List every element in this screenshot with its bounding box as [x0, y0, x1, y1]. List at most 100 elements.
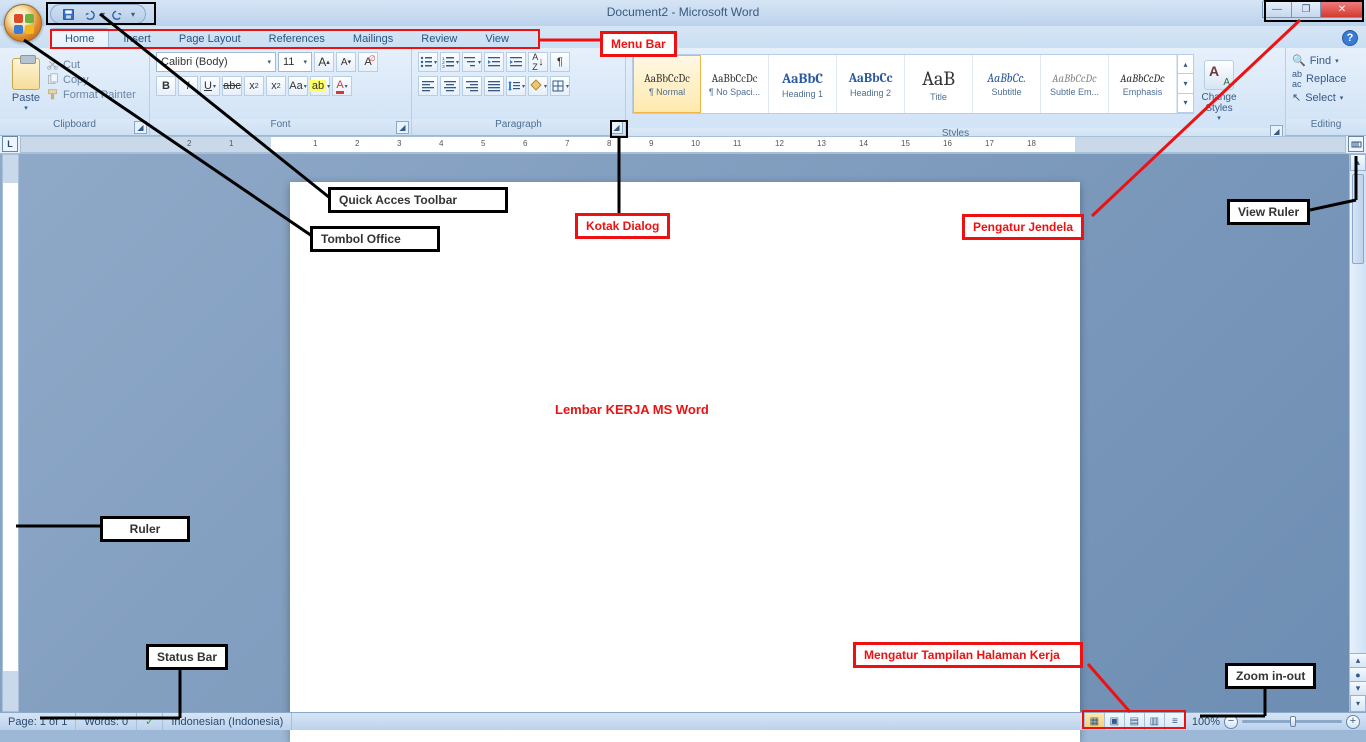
align-right-button[interactable]	[462, 76, 482, 96]
shading-button[interactable]: ▾	[528, 76, 548, 96]
zoom-out-button[interactable]: −	[1224, 715, 1238, 729]
status-language[interactable]: Indonesian (Indonesia)	[163, 713, 292, 730]
multilevel-list-button[interactable]: ▾	[462, 52, 482, 72]
select-button[interactable]: ↖Select▾	[1292, 91, 1346, 104]
next-page-button[interactable]: ▾	[1350, 681, 1366, 695]
font-size-combo[interactable]: 11▾	[278, 52, 312, 72]
style-heading-1[interactable]: AaBbCHeading 1	[769, 55, 837, 113]
status-proof[interactable]: ✓	[137, 713, 163, 730]
draft-view[interactable]: ≡	[1165, 713, 1185, 730]
borders-button[interactable]: ▾	[550, 76, 570, 96]
status-page[interactable]: Page: 1 of 1	[0, 713, 76, 730]
shrink-font-icon[interactable]: A▾	[336, 52, 356, 72]
save-icon[interactable]	[61, 7, 75, 21]
style-subtle-em---[interactable]: AaBbCcDcSubtle Em...	[1041, 55, 1109, 113]
vertical-ruler[interactable]	[2, 154, 19, 712]
maximize-button[interactable]: ❐	[1291, 0, 1321, 18]
minimize-button[interactable]: —	[1262, 0, 1292, 18]
clipboard-dialog-launcher[interactable]: ◢	[134, 121, 147, 134]
highlight-button[interactable]: ab▾	[310, 76, 330, 96]
horizontal-ruler[interactable]: 12345678910111213141516171812	[20, 136, 1346, 153]
tab-selector[interactable]: L	[2, 136, 18, 152]
group-paragraph: ▾ 123▾ ▾ AZ↓ ¶ ▾ ▾ ▾	[412, 48, 626, 135]
zoom-level[interactable]: 100%	[1192, 716, 1220, 728]
align-left-button[interactable]	[418, 76, 438, 96]
scroll-up-button[interactable]: ▴	[1350, 154, 1366, 171]
scroll-thumb[interactable]	[1352, 174, 1364, 264]
tab-review[interactable]: Review	[407, 29, 471, 48]
styles-more-button[interactable]: ▾	[1178, 94, 1193, 113]
copy-button[interactable]: Copy	[46, 73, 136, 86]
style---no-spaci---[interactable]: AaBbCcDc¶ No Spaci...	[701, 55, 769, 113]
web-layout-view[interactable]: ▤	[1125, 713, 1145, 730]
increase-indent-button[interactable]	[506, 52, 526, 72]
bullets-button[interactable]: ▾	[418, 52, 438, 72]
find-icon: 🔍	[1292, 54, 1306, 67]
underline-button[interactable]: U▾	[200, 76, 220, 96]
change-case-button[interactable]: Aa▾	[288, 76, 308, 96]
vertical-scrollbar[interactable]: ▴ ▴ ● ▾ ▾	[1349, 154, 1366, 712]
italic-button[interactable]: I	[178, 76, 198, 96]
subscript-button[interactable]: x2	[244, 76, 264, 96]
style-emphasis[interactable]: AaBbCcDcEmphasis	[1109, 55, 1177, 113]
cut-button[interactable]: Cut	[46, 58, 136, 71]
align-center-button[interactable]	[440, 76, 460, 96]
tab-insert[interactable]: Insert	[109, 29, 165, 48]
font-color-button[interactable]: A▾	[332, 76, 352, 96]
print-layout-view[interactable]: ▦	[1085, 713, 1105, 730]
sort-button[interactable]: AZ↓	[528, 52, 548, 72]
styles-scroll-down[interactable]: ▾	[1178, 74, 1193, 93]
zoom-slider[interactable]	[1242, 720, 1342, 723]
view-ruler-button[interactable]	[1348, 136, 1364, 152]
tab-page-layout[interactable]: Page Layout	[165, 29, 255, 48]
strikethrough-button[interactable]: abc	[222, 76, 242, 96]
justify-button[interactable]	[484, 76, 504, 96]
find-button[interactable]: 🔍Find▾	[1292, 54, 1346, 67]
clear-formatting-icon[interactable]: A∅	[358, 52, 378, 72]
select-icon: ↖	[1292, 91, 1301, 104]
show-marks-button[interactable]: ¶	[550, 52, 570, 72]
group-editing: 🔍Find▾ abacReplace ↖Select▾ Editing	[1286, 48, 1366, 135]
qat-customize-icon[interactable]: ▾	[131, 10, 135, 19]
prev-page-button[interactable]: ▴	[1350, 653, 1366, 667]
style---normal[interactable]: AaBbCcDc¶ Normal	[633, 55, 701, 113]
quick-access-toolbar: ▾ ▾	[50, 4, 146, 24]
decrease-indent-button[interactable]	[484, 52, 504, 72]
style-heading-2[interactable]: AaBbCcHeading 2	[837, 55, 905, 113]
format-painter-button[interactable]: Format Painter	[46, 88, 136, 101]
paste-button[interactable]: Paste ▾	[6, 52, 46, 112]
style-title[interactable]: AaBTitle	[905, 55, 973, 113]
font-dialog-launcher[interactable]: ◢	[396, 121, 409, 134]
styles-gallery[interactable]: AaBbCcDc¶ NormalAaBbCcDc¶ No Spaci...AaB…	[632, 54, 1194, 114]
group-label-clipboard: Clipboard	[53, 119, 96, 130]
ann-ruler: Ruler	[100, 516, 190, 542]
undo-icon[interactable]	[81, 7, 95, 21]
tab-references[interactable]: References	[255, 29, 339, 48]
window-controls: — ❐ ✕	[1263, 0, 1364, 18]
grow-font-icon[interactable]: A▴	[314, 52, 334, 72]
office-button[interactable]	[4, 4, 42, 42]
redo-icon[interactable]	[111, 7, 125, 21]
bold-button[interactable]: B	[156, 76, 176, 96]
zoom-in-button[interactable]: +	[1346, 715, 1360, 729]
paragraph-dialog-launcher[interactable]: ◢	[610, 121, 623, 134]
replace-button[interactable]: abacReplace	[1292, 69, 1346, 89]
tab-home[interactable]: Home	[50, 28, 109, 48]
tab-mailings[interactable]: Mailings	[339, 29, 407, 48]
status-words[interactable]: Words: 0	[76, 713, 137, 730]
outline-view[interactable]: ▥	[1145, 713, 1165, 730]
browse-object-button[interactable]: ●	[1350, 667, 1366, 681]
superscript-button[interactable]: x2	[266, 76, 286, 96]
change-styles-button[interactable]: Change Styles ▾	[1194, 54, 1244, 122]
close-button[interactable]: ✕	[1320, 0, 1364, 18]
style-subtitle[interactable]: AaBbCc.Subtitle	[973, 55, 1041, 113]
scroll-down-button[interactable]: ▾	[1350, 695, 1366, 712]
numbering-button[interactable]: 123▾	[440, 52, 460, 72]
undo-dropdown-icon[interactable]: ▾	[101, 10, 105, 19]
help-icon[interactable]: ?	[1342, 30, 1358, 46]
styles-scroll-up[interactable]: ▴	[1178, 55, 1193, 74]
full-screen-view[interactable]: ▣	[1105, 713, 1125, 730]
tab-view[interactable]: View	[471, 29, 523, 48]
font-name-combo[interactable]: Calibri (Body)▾	[156, 52, 276, 72]
line-spacing-button[interactable]: ▾	[506, 76, 526, 96]
